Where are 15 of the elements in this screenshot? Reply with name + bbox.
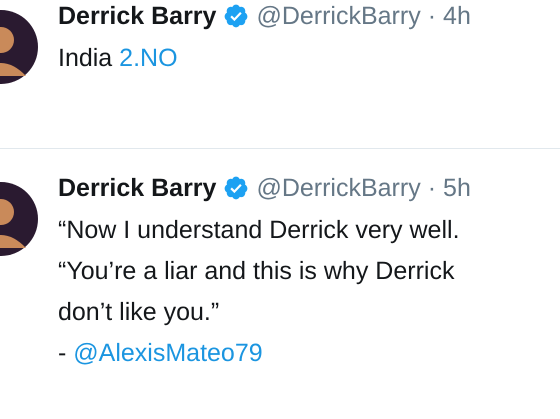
tweet-text: don’t like you.” <box>58 297 220 328</box>
author-handle[interactable]: @DerrickBarry <box>256 166 421 210</box>
separator-dot: · <box>428 1 436 32</box>
tweet-text: - <box>58 339 68 367</box>
author-name[interactable]: Derrick Barry <box>58 0 216 38</box>
tweet-text: “You’re a liar and this is why Derrick <box>58 256 456 287</box>
tweet-text: “Now I understand Derrick very well. <box>58 215 461 246</box>
mention-link[interactable]: @AlexisMateo79 <box>73 339 263 367</box>
tweet-text: India <box>58 44 114 72</box>
timestamp[interactable]: 5h <box>443 166 471 210</box>
timestamp[interactable]: 4h <box>443 0 471 38</box>
separator-dot: · <box>428 173 436 204</box>
author-handle[interactable]: @DerrickBarry <box>256 0 421 38</box>
mention-link[interactable]: 2.NO <box>119 44 178 72</box>
author-name[interactable]: Derrick Barry <box>58 166 216 210</box>
